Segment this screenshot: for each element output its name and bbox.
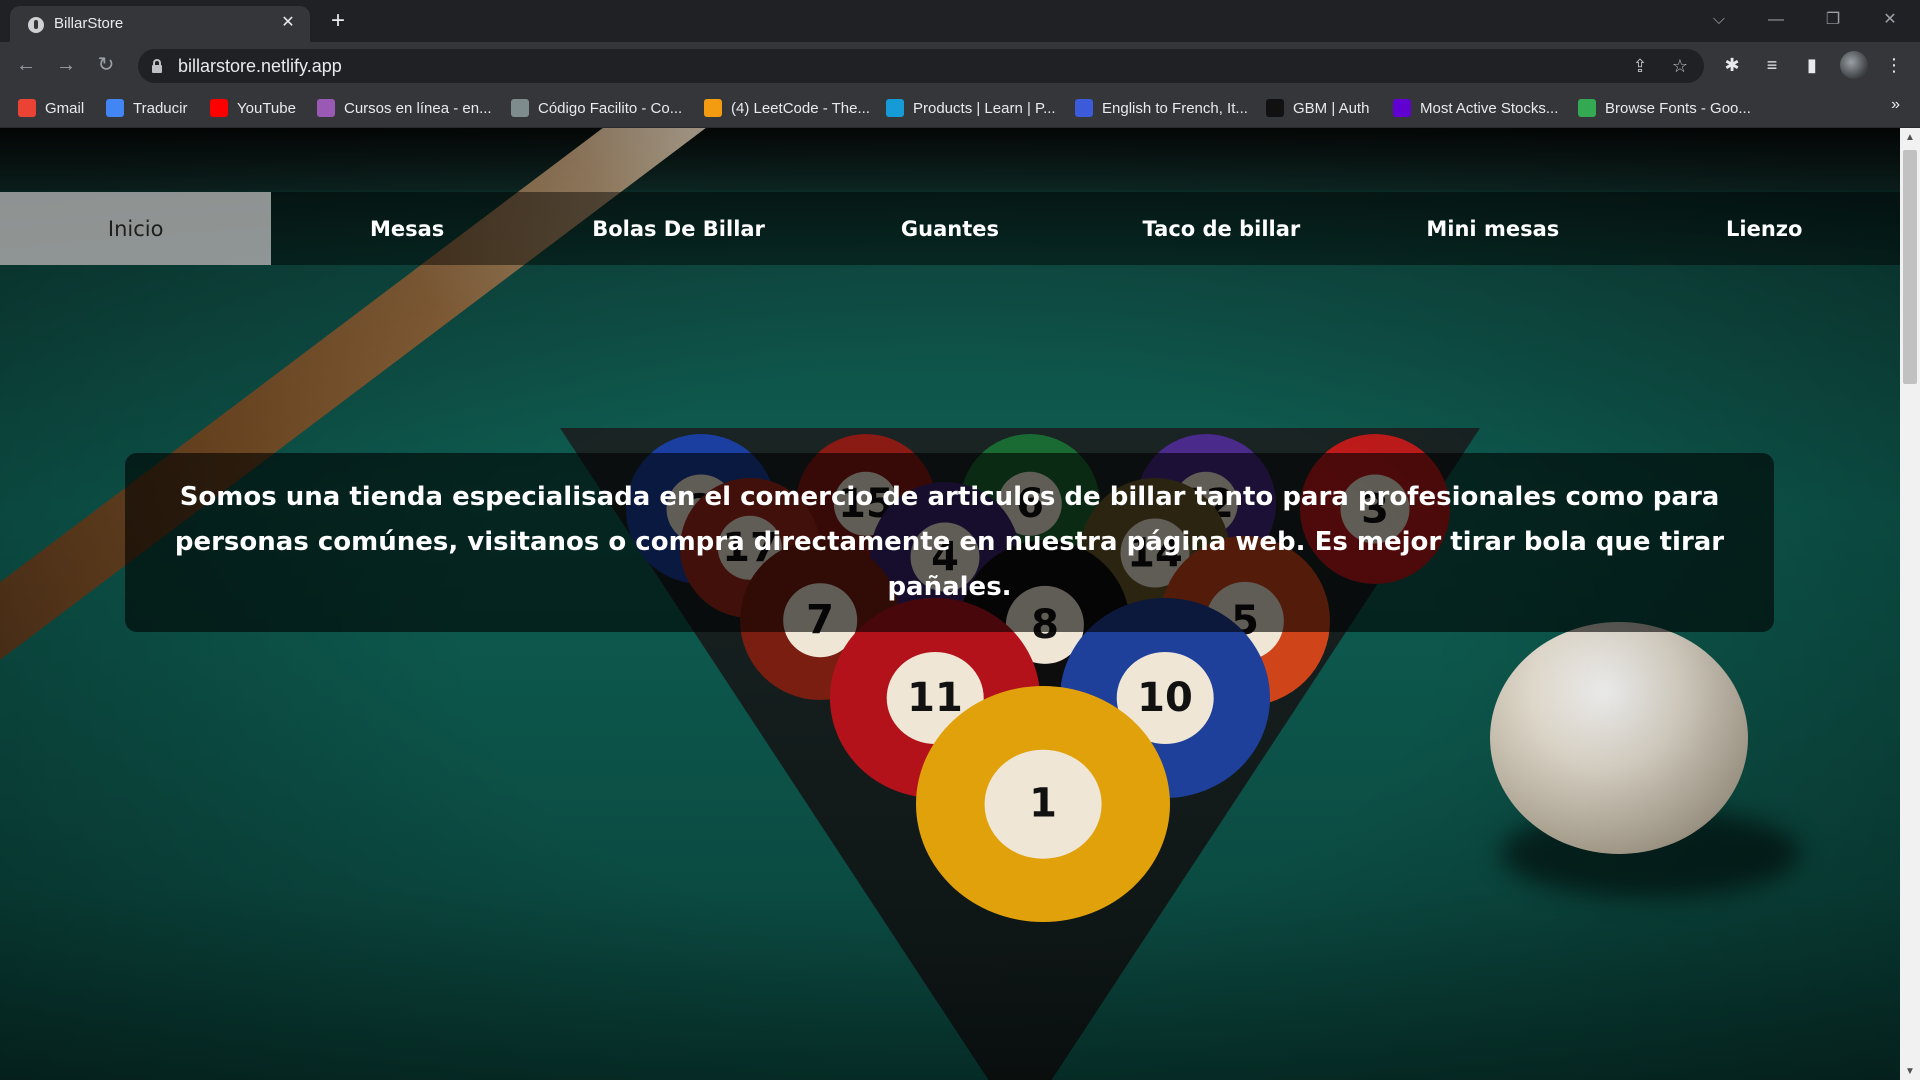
scroll-down-icon[interactable]: ▼ <box>1900 1064 1920 1080</box>
close-window-button[interactable]: ✕ <box>1870 6 1910 34</box>
bookmark-youtube[interactable]: YouTube <box>210 96 296 120</box>
tab-search-icon[interactable]: ⌵ <box>1699 6 1739 34</box>
nav-bolas-de-billar[interactable]: Bolas De Billar <box>543 192 814 265</box>
lock-icon[interactable] <box>152 59 162 73</box>
products-icon <box>886 99 904 117</box>
address-bar[interactable]: billarstore.netlify.app ⇪ ☆ <box>138 49 1704 83</box>
bookmark-most-active[interactable]: Most Active Stocks... <box>1393 96 1558 120</box>
nav-inicio[interactable]: Inicio <box>0 192 272 265</box>
nav-guantes[interactable]: Guantes <box>814 192 1085 265</box>
tab-close-icon[interactable]: ✕ <box>278 13 298 33</box>
restore-button[interactable]: ❐ <box>1813 6 1853 34</box>
bookmark-codigo-facilito[interactable]: Código Facilito - Co... <box>511 96 682 120</box>
bookmark-gmail[interactable]: Gmail <box>18 96 84 120</box>
bookmark-products[interactable]: Products | Learn | P... <box>886 96 1056 120</box>
profile-avatar[interactable] <box>1840 51 1868 79</box>
bookmark-leetcode[interactable]: (4) LeetCode - The... <box>704 96 870 120</box>
nav-lienzo[interactable]: Lienzo <box>1629 192 1900 265</box>
browser-menu-icon[interactable]: ⋮ <box>1882 53 1906 77</box>
minimize-button[interactable]: — <box>1756 6 1796 34</box>
share-icon[interactable]: ⇪ <box>1628 54 1652 78</box>
bookmark-gbm[interactable]: GBM | Auth <box>1266 96 1369 120</box>
google-fonts-icon <box>1578 99 1596 117</box>
reload-button[interactable]: ↻ <box>92 51 120 79</box>
youtube-icon <box>210 99 228 117</box>
tab-strip: BillarStore ✕ + ⌵ — ❐ ✕ <box>0 0 1920 42</box>
forward-button[interactable]: → <box>52 51 80 79</box>
yahoo-icon <box>1393 99 1411 117</box>
media-control-icon[interactable]: ≡ <box>1760 53 1784 77</box>
extensions-icon[interactable]: ✱ <box>1720 53 1744 77</box>
bookmark-star-icon[interactable]: ☆ <box>1668 54 1692 78</box>
nav-taco-de-billar[interactable]: Taco de billar <box>1086 192 1357 265</box>
bookmark-cursos[interactable]: Cursos en línea - en... <box>317 96 492 120</box>
more-bookmarks-icon[interactable]: » <box>1891 96 1900 114</box>
url-text[interactable]: billarstore.netlify.app <box>178 56 342 77</box>
translator-icon <box>1075 99 1093 117</box>
side-panel-icon[interactable]: ▮ <box>1800 53 1824 77</box>
tab-title: BillarStore <box>54 15 124 32</box>
gmail-icon <box>18 99 36 117</box>
bookmarks-bar: Gmail Traducir YouTube Cursos en línea -… <box>0 88 1920 128</box>
scroll-up-icon[interactable]: ▲ <box>1900 130 1920 146</box>
translate-icon <box>106 99 124 117</box>
scroll-thumb[interactable] <box>1903 150 1917 384</box>
site-favicon-icon <box>28 17 44 33</box>
nav-mesas[interactable]: Mesas <box>271 192 542 265</box>
codigo-facilito-icon <box>511 99 529 117</box>
page-viewport: 2 15 6 12 3 17 4 14 7 8 5 11 10 1 Inicio… <box>0 128 1900 1080</box>
courses-icon <box>317 99 335 117</box>
shield-icon <box>1266 99 1284 117</box>
bookmark-english-french[interactable]: English to French, It... <box>1075 96 1248 120</box>
bookmark-browse-fonts[interactable]: Browse Fonts - Goo... <box>1578 96 1751 120</box>
hero-description: Somos una tienda especialisada en el com… <box>174 482 1725 602</box>
browser-toolbar: ← → ↻ billarstore.netlify.app ⇪ ☆ ✱ ≡ ▮ … <box>0 42 1920 88</box>
bookmark-traducir[interactable]: Traducir <box>106 96 187 120</box>
leetcode-icon <box>704 99 722 117</box>
site-navigation: Inicio Mesas Bolas De Billar Guantes Tac… <box>0 192 1900 265</box>
browser-tab[interactable]: BillarStore ✕ <box>10 6 310 42</box>
nav-mini-mesas[interactable]: Mini mesas <box>1357 192 1628 265</box>
back-button[interactable]: ← <box>12 51 40 79</box>
page-scrollbar[interactable]: ▲ ▼ <box>1900 128 1920 1080</box>
new-tab-button[interactable]: + <box>324 8 352 36</box>
hero-textbox: Somos una tienda especialisada en el com… <box>125 453 1774 632</box>
